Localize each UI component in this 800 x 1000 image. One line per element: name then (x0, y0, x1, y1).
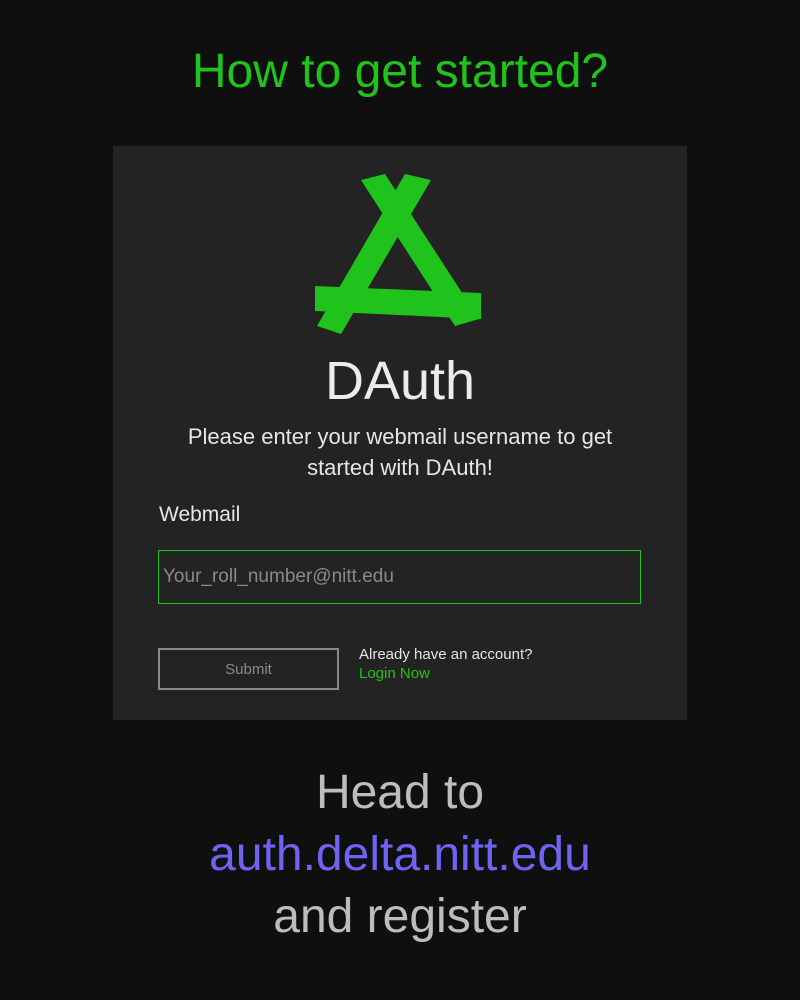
webmail-input[interactable] (158, 550, 641, 604)
and-register-text: and register (273, 890, 527, 943)
register-instructions: Head to auth.delta.nitt.edu and register (0, 762, 800, 948)
signup-instructions: Please enter your webmail username to ge… (187, 424, 613, 480)
head-to-text: Head to (315, 766, 485, 819)
account-prompt: Already have an account? Login Now (359, 645, 532, 683)
login-now-link[interactable]: Login Now (359, 664, 532, 683)
dauth-brand: DAuth (324, 351, 476, 411)
page-heading: How to get started? (191, 45, 609, 98)
webmail-label: Webmail (159, 503, 241, 526)
dauth-signup-screenshot: DAuth Please enter your webmail username… (113, 146, 687, 720)
dauth-url-link[interactable]: auth.delta.nitt.edu (0, 824, 800, 886)
dauth-logo-icon (315, 174, 481, 334)
submit-button[interactable]: Submit (158, 648, 339, 690)
account-question: Already have an account? (359, 646, 533, 663)
